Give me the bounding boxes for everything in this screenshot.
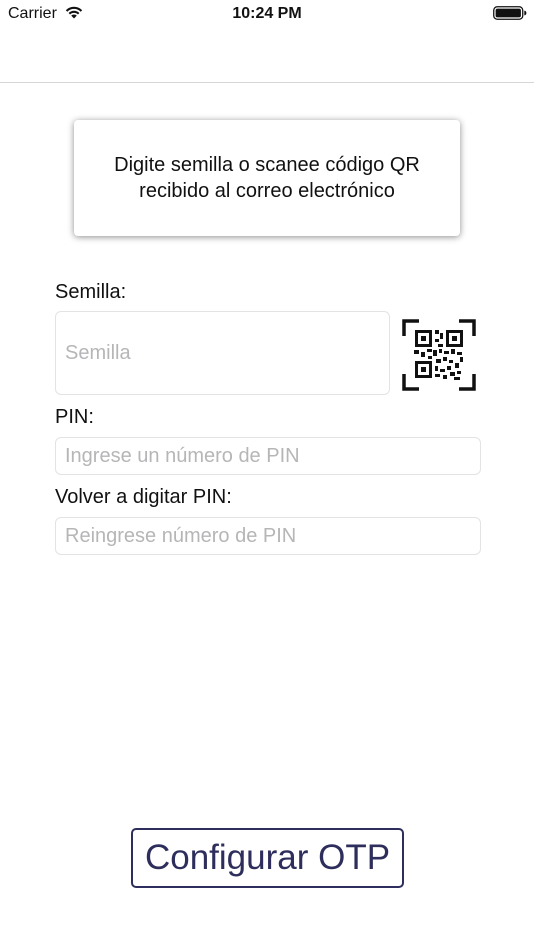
configure-otp-button[interactable]: Configurar OTP <box>131 828 404 888</box>
qr-code-scan-icon[interactable] <box>402 319 476 391</box>
pin-confirm-input[interactable] <box>55 517 481 555</box>
seed-input[interactable] <box>55 311 390 395</box>
battery-icon <box>493 6 527 20</box>
pin-label: PIN: <box>55 406 94 428</box>
instruction-message: Digite semilla o scanee código QR recibi… <box>114 154 420 202</box>
seed-label: Semilla: <box>55 281 127 303</box>
navigation-bar <box>0 28 534 83</box>
pin-confirm-label: Volver a digitar PIN: <box>55 486 232 508</box>
instruction-card: Digite semilla o scanee código QR recibi… <box>74 120 460 236</box>
clock: 10:24 PM <box>232 5 302 22</box>
status-bar: Carrier 10:24 PM <box>0 0 534 28</box>
pin-input[interactable] <box>55 437 481 475</box>
